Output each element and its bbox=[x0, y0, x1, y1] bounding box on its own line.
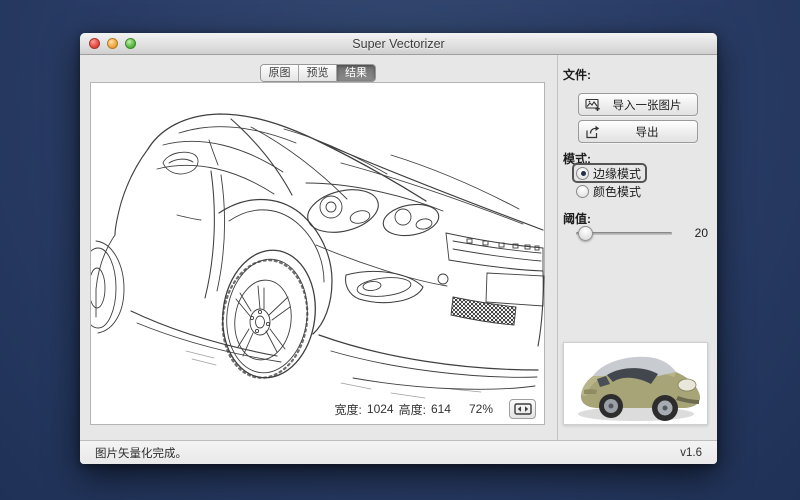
status-message: 图片矢量化完成。 bbox=[95, 445, 187, 461]
export-label: 导出 bbox=[603, 124, 691, 140]
status-bar: 图片矢量化完成。 v1.6 bbox=[80, 440, 717, 464]
sidebar: 文件: 导入一张图片 bbox=[558, 55, 717, 440]
title-bar[interactable]: Super Vectorizer bbox=[80, 33, 717, 55]
add-image-icon bbox=[585, 98, 603, 112]
export-arrow-icon bbox=[585, 125, 603, 139]
radio-edge-mode[interactable]: 边缘模式 bbox=[574, 165, 645, 181]
source-image-thumbnail bbox=[563, 342, 708, 425]
threshold-value: 20 bbox=[695, 226, 708, 240]
file-section-label: 文件: bbox=[563, 66, 591, 83]
window-title: Super Vectorizer bbox=[80, 33, 717, 55]
edge-mode-label: 边缘模式 bbox=[593, 165, 641, 182]
fit-to-window-icon bbox=[514, 403, 532, 415]
import-image-label: 导入一张图片 bbox=[603, 97, 691, 113]
threshold-slider-row: 20 bbox=[576, 225, 708, 241]
image-width-label: 宽度: bbox=[335, 401, 362, 418]
threshold-slider[interactable] bbox=[576, 225, 672, 241]
content-area: 原图 预览 结果 bbox=[80, 55, 717, 440]
image-width-value: 1024 bbox=[367, 402, 394, 416]
view-tabs: 原图 预览 结果 bbox=[260, 64, 376, 82]
image-height-label: 高度: bbox=[399, 401, 426, 418]
tab-result[interactable]: 结果 bbox=[337, 65, 375, 81]
threshold-slider-knob[interactable] bbox=[578, 226, 593, 241]
image-info-bar: 宽度: 1024 高度: 614 72% bbox=[335, 399, 536, 419]
import-image-button[interactable]: 导入一张图片 bbox=[578, 93, 698, 116]
app-window: Super Vectorizer 原图 预览 结果 bbox=[80, 33, 717, 464]
color-mode-label: 颜色模式 bbox=[593, 183, 641, 200]
source-car-photo bbox=[564, 343, 707, 424]
fit-to-window-button[interactable] bbox=[509, 399, 536, 419]
radio-color-mode[interactable]: 颜色模式 bbox=[574, 183, 645, 199]
tab-preview[interactable]: 预览 bbox=[299, 65, 337, 81]
version-label: v1.6 bbox=[680, 447, 702, 459]
image-height-value: 614 bbox=[431, 402, 451, 416]
result-canvas[interactable]: 宽度: 1024 高度: 614 72% bbox=[90, 82, 545, 425]
vectorized-car-drawing bbox=[91, 83, 546, 426]
radio-unselected-icon bbox=[576, 185, 589, 198]
zoom-percent: 72% bbox=[469, 402, 493, 416]
tab-original[interactable]: 原图 bbox=[261, 65, 299, 81]
radio-selected-icon bbox=[576, 167, 589, 180]
export-button[interactable]: 导出 bbox=[578, 120, 698, 143]
